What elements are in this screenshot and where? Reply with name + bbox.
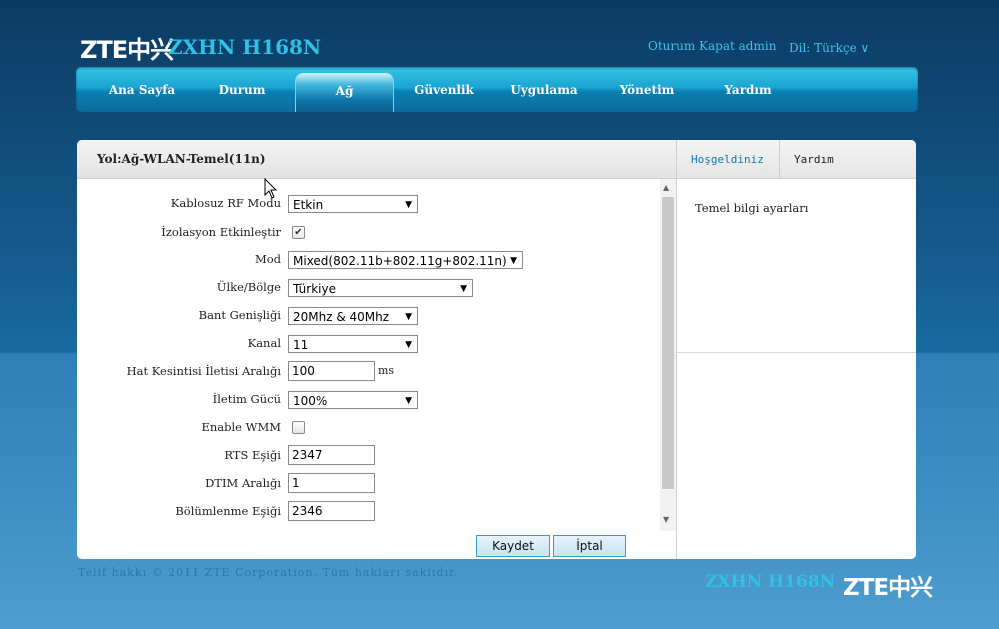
dropdown-arrow-icon: ▼ xyxy=(405,340,412,350)
country-value: Türkiye xyxy=(293,282,336,296)
save-button[interactable]: Kaydet xyxy=(476,535,550,557)
nav-item-guvenlik[interactable]: Güvenlik xyxy=(394,67,494,112)
language-selector[interactable]: Dil: Türkçe ∨ xyxy=(789,41,869,55)
side-divider xyxy=(677,352,916,353)
tab-help[interactable]: Yardım xyxy=(779,140,844,178)
footer-zte-logo: ZTE中兴 xyxy=(843,575,933,601)
nav-item-ana-sayfa[interactable]: Ana Sayfa xyxy=(92,67,192,112)
dropdown-arrow-icon: ▼ xyxy=(460,284,467,294)
language-label: Dil: Türkçe xyxy=(789,41,857,55)
bandwidth-value: 20Mhz & 40Mhz xyxy=(293,310,390,324)
rf-mode-value: Etkin xyxy=(293,198,324,212)
bandwidth-select[interactable]: 20Mhz & 40Mhz ▼ xyxy=(288,307,418,325)
nav-item-uygulama[interactable]: Uygulama xyxy=(494,67,594,112)
wmm-label: Enable WMM xyxy=(201,420,281,434)
rts-input[interactable]: 2347 xyxy=(288,445,375,465)
content-panel: Yol:Ağ-WLAN-Temel(11n) Hoşgeldiniz Yardı… xyxy=(77,140,916,559)
mode-label: Mod xyxy=(254,252,281,266)
model-title: ZXHN H168N xyxy=(168,35,322,59)
wmm-checkbox[interactable] xyxy=(292,421,305,434)
tx-power-label: İletim Gücü xyxy=(212,392,281,406)
scroll-thumb[interactable] xyxy=(662,197,674,489)
channel-select[interactable]: 11 ▼ xyxy=(288,335,418,353)
tx-power-select[interactable]: 100% ▼ xyxy=(288,391,418,409)
form-area: Kablosuz RF Modu Etkin ▼ İzolasyon Etkin… xyxy=(77,179,676,531)
scroll-up-icon[interactable]: ▲ xyxy=(663,183,669,192)
checkmark-icon: ✔ xyxy=(294,227,303,238)
mouse-cursor-icon xyxy=(264,178,278,199)
dtim-input[interactable]: 1 xyxy=(288,473,375,493)
nav-item-yonetim[interactable]: Yönetim xyxy=(597,67,697,112)
dropdown-arrow-icon: ▼ xyxy=(508,252,517,268)
nav-item-ag[interactable]: Ağ xyxy=(295,73,394,112)
beacon-unit: ms xyxy=(378,364,395,377)
country-select[interactable]: Türkiye ▼ xyxy=(288,279,473,297)
isolation-label: İzolasyon Etkinleştir xyxy=(161,225,281,239)
logout-link-group: Oturum Kapat admin xyxy=(648,39,776,53)
side-tabs: Hoşgeldiniz Yardım xyxy=(676,140,916,179)
dtim-label: DTIM Aralığı xyxy=(205,476,281,490)
panel-header: Yol:Ağ-WLAN-Temel(11n) xyxy=(77,140,676,179)
breadcrumb: Yol:Ağ-WLAN-Temel(11n) xyxy=(97,152,266,166)
mode-value: Mixed(802.11b+802.11g+802.11n) xyxy=(293,254,507,268)
channel-value: 11 xyxy=(293,338,309,352)
footer-model: ZXHN H168N xyxy=(705,572,836,592)
chevron-down-icon: ∨ xyxy=(860,41,870,55)
username-label: admin xyxy=(738,39,777,53)
logout-link[interactable]: Oturum Kapat xyxy=(648,39,735,53)
form-scrollbar[interactable]: ▲ ▼ xyxy=(660,179,676,531)
dropdown-arrow-icon: ▼ xyxy=(405,396,412,406)
help-side-panel: Temel bilgi ayarları xyxy=(676,179,916,559)
tab-welcome[interactable]: Hoşgeldiniz xyxy=(691,140,764,178)
zte-logo: ZTE中兴 xyxy=(80,36,174,64)
country-label: Ülke/Bölge xyxy=(216,280,281,294)
rf-mode-select[interactable]: Etkin ▼ xyxy=(288,195,418,213)
cancel-button[interactable]: İptal xyxy=(553,535,626,557)
tx-power-value: 100% xyxy=(293,394,328,408)
scroll-down-icon[interactable]: ▼ xyxy=(663,515,669,524)
dropdown-arrow-icon: ▼ xyxy=(405,200,412,210)
main-nav: Ana Sayfa Durum Ağ Güvenlik Uygulama Yön… xyxy=(76,67,918,112)
channel-label: Kanal xyxy=(247,336,281,350)
nav-item-durum[interactable]: Durum xyxy=(192,67,292,112)
dropdown-arrow-icon: ▼ xyxy=(405,312,412,322)
bandwidth-label: Bant Genişliği xyxy=(198,308,281,322)
isolation-checkbox[interactable]: ✔ xyxy=(292,226,305,239)
beacon-input[interactable]: 100 xyxy=(288,361,375,381)
fragment-input[interactable]: 2346 xyxy=(288,501,375,521)
rts-label: RTS Eşiği xyxy=(224,448,281,462)
mode-select[interactable]: Mixed(802.11b+802.11g+802.11n) ▼ xyxy=(288,251,523,269)
nav-item-yardim[interactable]: Yardım xyxy=(698,67,798,112)
copyright-text: Telif hakkı © 2011 ZTE Corporation. Tüm … xyxy=(78,566,459,579)
fragment-label: Bölümlenme Eşiği xyxy=(175,504,281,518)
help-text: Temel bilgi ayarları xyxy=(695,201,809,215)
beacon-label: Hat Kesintisi İletisi Aralığı xyxy=(126,364,281,378)
